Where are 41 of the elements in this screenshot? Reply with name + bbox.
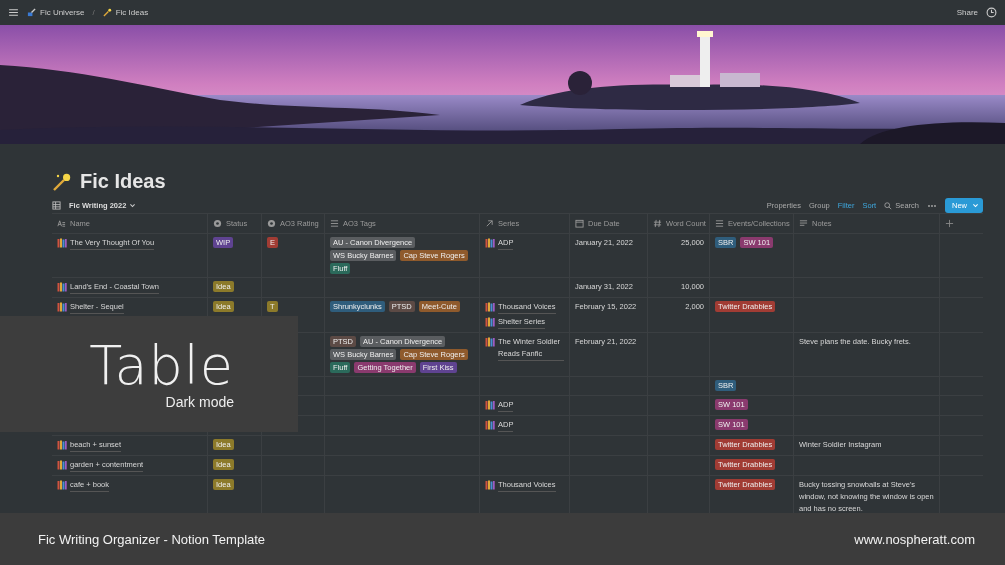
books-icon	[57, 480, 67, 490]
books-icon	[57, 302, 67, 312]
breadcrumb-link[interactable]: Fic Ideas	[102, 8, 149, 17]
books-icon	[57, 282, 67, 292]
footer-url: www.nospheratt.com	[854, 531, 975, 547]
hash-icon	[653, 219, 662, 228]
list-icon	[330, 219, 339, 228]
status-icon	[213, 219, 222, 228]
books-icon	[485, 400, 495, 410]
breadcrumb-separator: /	[92, 8, 95, 17]
share-button[interactable]: Share	[956, 8, 978, 17]
page-title: Fic Ideas	[80, 170, 166, 193]
list-icon	[715, 219, 724, 228]
pen-icon	[27, 8, 36, 17]
status-icon	[267, 219, 276, 228]
menu-icon	[8, 7, 19, 18]
clock-icon	[986, 7, 997, 18]
books-icon	[57, 238, 67, 248]
books-icon	[485, 302, 495, 312]
arrow-icon	[485, 219, 494, 228]
add-icon	[945, 219, 954, 228]
chevron-icon	[129, 202, 137, 209]
caption-subtitle: Dark mode	[165, 394, 234, 410]
table-icon	[52, 201, 61, 210]
paragraph-icon	[799, 219, 808, 228]
books-icon	[485, 238, 495, 248]
books-icon	[57, 440, 67, 450]
books-icon	[485, 480, 495, 490]
wand-icon	[52, 171, 72, 192]
text-icon	[57, 219, 66, 228]
books-icon	[57, 460, 67, 470]
wand-icon	[102, 8, 112, 17]
breadcrumb-link[interactable]: Fic Universe	[27, 8, 85, 17]
books-icon	[485, 420, 495, 430]
footer-title: Fic Writing Organizer - Notion Template	[38, 531, 266, 547]
books-icon	[485, 317, 495, 327]
caption-title: Table	[89, 338, 234, 394]
calendar-icon	[575, 219, 584, 228]
chevron-icon	[972, 202, 979, 209]
search-icon	[884, 201, 893, 210]
books-icon	[485, 337, 495, 347]
